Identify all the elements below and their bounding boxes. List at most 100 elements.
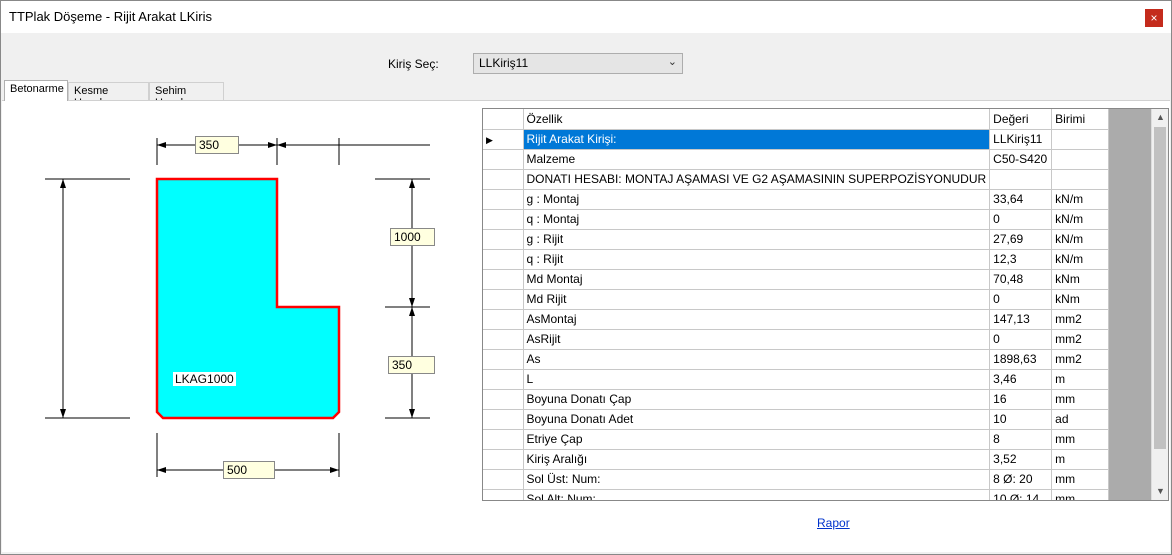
scroll-thumb[interactable]	[1154, 127, 1166, 449]
table-row[interactable]: Sol Üst: Num: 8 Ø: 20 mm	[483, 469, 1110, 490]
kiris-select[interactable]: LLKiriş11 ⌄	[473, 53, 683, 74]
cell-property[interactable]: g : Montaj	[523, 189, 991, 210]
table-row[interactable]: Malzeme C50-S420	[483, 149, 1110, 170]
cell-unit[interactable]: mm2	[1051, 349, 1110, 370]
cell-unit[interactable]: kNm	[1051, 269, 1110, 290]
table-row[interactable]: Boyuna Donatı Çap 16 mm	[483, 389, 1110, 410]
cell-value[interactable]: 8 Ø: 20	[989, 469, 1053, 490]
row-header[interactable]	[483, 249, 524, 270]
row-header[interactable]	[483, 349, 524, 370]
table-row[interactable]: DONATI HESABI: MONTAJ AŞAMASI VE G2 AŞAM…	[483, 169, 1110, 190]
cell-value[interactable]: 27,69	[989, 229, 1053, 250]
table-row[interactable]: Etriye Çap 8 mm	[483, 429, 1110, 450]
cell-unit[interactable]: m	[1051, 369, 1110, 390]
cell-unit[interactable]: kN/m	[1051, 249, 1110, 270]
cell-property[interactable]: Md Montaj	[523, 269, 991, 290]
cell-property[interactable]: Boyuna Donatı Çap	[523, 389, 991, 410]
cell-unit[interactable]: mm	[1051, 489, 1110, 500]
cell-value[interactable]: 147,13	[989, 309, 1053, 330]
row-header[interactable]: ▶	[483, 129, 524, 150]
row-header[interactable]	[483, 269, 524, 290]
cell-property[interactable]: L	[523, 369, 991, 390]
cell-unit[interactable]: ad	[1051, 409, 1110, 430]
row-header[interactable]	[483, 429, 524, 450]
col-header-value[interactable]: Değeri	[989, 109, 1053, 130]
row-header[interactable]	[483, 389, 524, 410]
cell-unit[interactable]: mm2	[1051, 329, 1110, 350]
table-row[interactable]: Md Rijit 0 kNm	[483, 289, 1110, 310]
cell-unit[interactable]: kN/m	[1051, 229, 1110, 250]
cell-unit[interactable]	[1051, 149, 1110, 170]
cell-property[interactable]: As	[523, 349, 991, 370]
table-row[interactable]: Sol Alt: Num: 10 Ø: 14 mm	[483, 489, 1110, 500]
cell-property[interactable]: Etriye Çap	[523, 429, 991, 450]
row-header[interactable]	[483, 449, 524, 470]
cell-value[interactable]: 70,48	[989, 269, 1053, 290]
cell-value[interactable]: 3,52	[989, 449, 1053, 470]
row-header[interactable]	[483, 209, 524, 230]
table-row[interactable]: Md Montaj 70,48 kNm	[483, 269, 1110, 290]
col-header-property[interactable]: Özellik	[523, 109, 991, 130]
cell-property[interactable]: Malzeme	[523, 149, 991, 170]
cell-property[interactable]: q : Montaj	[523, 209, 991, 230]
cell-unit[interactable]	[1051, 169, 1110, 190]
cell-value[interactable]: 10	[989, 409, 1053, 430]
cell-property[interactable]: Sol Üst: Num:	[523, 469, 991, 490]
cell-value[interactable]: 8	[989, 429, 1053, 450]
cell-unit[interactable]: mm	[1051, 469, 1110, 490]
row-header[interactable]	[483, 189, 524, 210]
cell-value[interactable]: 0	[989, 329, 1053, 350]
cell-unit[interactable]: m	[1051, 449, 1110, 470]
cell-unit[interactable]: mm2	[1051, 309, 1110, 330]
row-header[interactable]	[483, 169, 524, 190]
cell-value[interactable]: 3,46	[989, 369, 1053, 390]
cell-property[interactable]: Rijit Arakat Kirişi:	[523, 129, 991, 150]
cell-unit[interactable]: kN/m	[1051, 189, 1110, 210]
table-row[interactable]: AsRijit 0 mm2	[483, 329, 1110, 350]
row-header[interactable]	[483, 329, 524, 350]
table-row[interactable]: AsMontaj 147,13 mm2	[483, 309, 1110, 330]
table-row[interactable]: ▶ Rijit Arakat Kirişi: LLKiriş11	[483, 129, 1110, 150]
cell-unit[interactable]: kNm	[1051, 289, 1110, 310]
table-row[interactable]: g : Rijit 27,69 kN/m	[483, 229, 1110, 250]
vertical-scrollbar[interactable]: ▲ ▼	[1151, 109, 1168, 500]
cell-property[interactable]: DONATI HESABI: MONTAJ AŞAMASI VE G2 AŞAM…	[523, 169, 991, 190]
tab-betonarme[interactable]: Betonarme	[4, 80, 68, 101]
table-row[interactable]: g : Montaj 33,64 kN/m	[483, 189, 1110, 210]
cell-unit[interactable]: mm	[1051, 429, 1110, 450]
table-row[interactable]: As 1898,63 mm2	[483, 349, 1110, 370]
cell-value[interactable]: 33,64	[989, 189, 1053, 210]
cell-property[interactable]: AsRijit	[523, 329, 991, 350]
table-row[interactable]: Kiriş Aralığı 3,52 m	[483, 449, 1110, 470]
cell-value[interactable]: 0	[989, 209, 1053, 230]
scroll-down-icon[interactable]: ▼	[1152, 483, 1168, 500]
row-header[interactable]	[483, 409, 524, 430]
table-row[interactable]: Boyuna Donatı Adet 10 ad	[483, 409, 1110, 430]
cell-unit[interactable]: mm	[1051, 389, 1110, 410]
col-header-unit[interactable]: Birimi	[1051, 109, 1110, 130]
row-header[interactable]	[483, 489, 524, 500]
row-header[interactable]	[483, 149, 524, 170]
table-row[interactable]: q : Montaj 0 kN/m	[483, 209, 1110, 230]
row-header[interactable]	[483, 309, 524, 330]
cell-value[interactable]: LLKiriş11	[989, 129, 1053, 150]
cell-unit[interactable]	[1051, 129, 1110, 150]
cell-property[interactable]: Sol Alt: Num:	[523, 489, 991, 500]
scroll-up-icon[interactable]: ▲	[1152, 109, 1168, 126]
row-header[interactable]	[483, 229, 524, 250]
cell-value[interactable]: 16	[989, 389, 1053, 410]
cell-value[interactable]	[989, 169, 1053, 190]
property-grid[interactable]: Özellik Değeri Birimi ▶ Rijit Arakat Kiri…	[482, 108, 1169, 501]
cell-property[interactable]: g : Rijit	[523, 229, 991, 250]
cell-value[interactable]: C50-S420	[989, 149, 1053, 170]
cell-value[interactable]: 0	[989, 289, 1053, 310]
row-header[interactable]	[483, 469, 524, 490]
rapor-link[interactable]: Rapor	[817, 516, 850, 530]
cell-property[interactable]: q : Rijit	[523, 249, 991, 270]
cell-property[interactable]: AsMontaj	[523, 309, 991, 330]
cell-unit[interactable]: kN/m	[1051, 209, 1110, 230]
cell-value[interactable]: 1898,63	[989, 349, 1053, 370]
cell-property[interactable]: Md Rijit	[523, 289, 991, 310]
cell-property[interactable]: Boyuna Donatı Adet	[523, 409, 991, 430]
close-button[interactable]: ×	[1145, 9, 1163, 27]
